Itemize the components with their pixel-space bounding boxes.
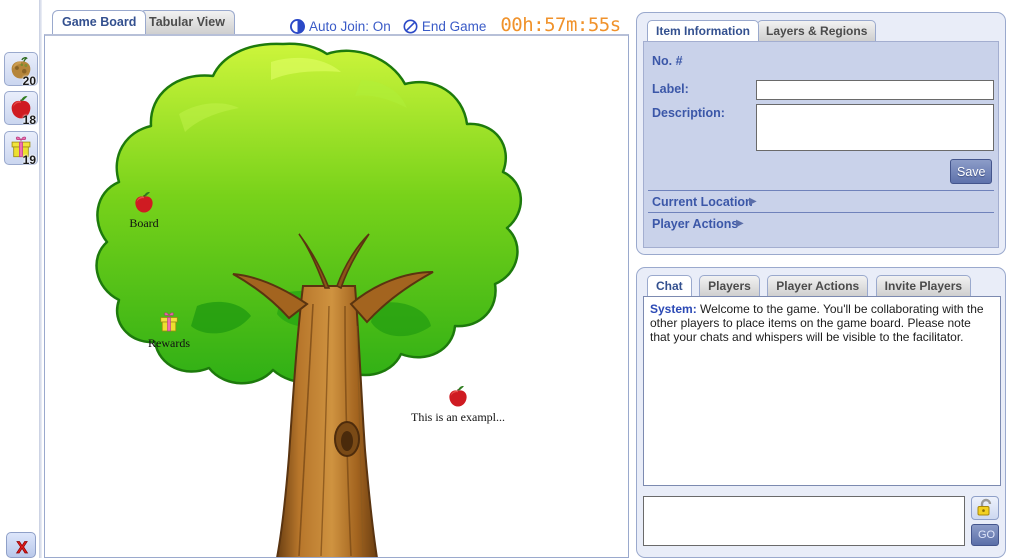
chat-tabs: Chat Players Player Actions Invite Playe… <box>647 275 974 297</box>
game-board-canvas-frame[interactable]: Board Rewards This is an exampl... <box>44 34 629 558</box>
tab-item-information[interactable]: Item Information <box>647 20 760 41</box>
accordion-label: Player Actions <box>652 217 739 231</box>
chevron-right-icon: ▶ <box>736 218 744 229</box>
board-item-label: This is an exampl... <box>411 410 505 424</box>
description-field-label: Description: <box>652 106 725 120</box>
whisper-lock-button[interactable] <box>971 496 999 520</box>
game-board-panel: Game Board Tabular View Board Rewards Th… <box>44 10 629 558</box>
palette-item-count: 19 <box>22 153 36 167</box>
accordion-current-location[interactable]: Current Location ▶ <box>648 190 994 213</box>
item-information-panel: Item Information Layers & Regions No. # … <box>636 12 1006 255</box>
app-root: 20 18 19 X Auto Join: On End Game 00h:57… <box>0 0 1012 558</box>
palette-item-count: 18 <box>22 113 36 127</box>
chevron-right-icon: ▶ <box>749 196 757 207</box>
end-game-label: End Game <box>421 18 487 34</box>
tab-game-board[interactable]: Game Board <box>52 10 147 34</box>
auto-join-toggle[interactable]: Auto Join: On <box>290 18 391 34</box>
palette-item-rotten-apple[interactable]: 20 <box>4 52 38 88</box>
chat-message-sender: System: <box>650 302 697 316</box>
item-number-label: No. # <box>652 54 683 68</box>
toggle-on-icon <box>290 18 305 34</box>
accordion-player-actions[interactable]: Player Actions ▶ <box>648 212 994 235</box>
palette-item-red-apple[interactable]: 18 <box>4 91 38 127</box>
description-input[interactable] <box>756 104 994 151</box>
board-item-label: Rewards <box>148 336 190 350</box>
no-entry-icon <box>403 19 418 33</box>
save-button[interactable]: Save <box>950 159 992 184</box>
svg-text:X: X <box>16 538 28 557</box>
palette-item-count: 20 <box>22 74 36 88</box>
red-apple-icon <box>449 385 467 407</box>
item-info-body: No. # Label: Description: Save Current L… <box>643 41 999 248</box>
send-message-button[interactable]: GO <box>971 524 999 546</box>
auto-join-label: Auto Join: On <box>309 18 391 34</box>
chat-message: System: Welcome to the game. You'll be c… <box>650 302 994 344</box>
chat-panel: Chat Players Player Actions Invite Playe… <box>636 267 1006 558</box>
label-input[interactable] <box>756 80 994 100</box>
end-game-button[interactable]: End Game <box>403 18 487 34</box>
game-timer: 00h:57m:55s <box>500 14 621 36</box>
tab-players[interactable]: Players <box>699 275 760 296</box>
palette-item-gift-box[interactable]: 19 <box>4 131 38 167</box>
tab-invite-players[interactable]: Invite Players <box>875 275 972 296</box>
open-padlock-icon <box>977 498 992 516</box>
gift-box-icon <box>160 312 178 332</box>
apple-tree-illustration <box>95 42 523 557</box>
accordion-label: Current Location <box>652 195 753 209</box>
game-toolbar: Auto Join: On End Game 00h:57m:55s <box>290 14 621 38</box>
tab-layers-regions[interactable]: Layers & Regions <box>757 20 877 41</box>
chat-message-text: Welcome to the game. You'll be collabora… <box>650 302 984 344</box>
rail-divider <box>39 0 42 558</box>
red-apple-icon <box>135 191 153 213</box>
chat-message-log[interactable]: System: Welcome to the game. You'll be c… <box>643 296 1001 486</box>
tab-tabular-view[interactable]: Tabular View <box>139 10 235 34</box>
board-item-label: Board <box>129 216 159 230</box>
close-board-button[interactable]: X <box>6 532 36 558</box>
item-palette-rail: 20 18 19 X <box>0 0 42 558</box>
tab-chat[interactable]: Chat <box>647 275 692 296</box>
label-field-label: Label: <box>652 82 689 96</box>
red-x-icon: X <box>16 538 29 558</box>
chat-input[interactable] <box>643 496 965 546</box>
tab-player-actions[interactable]: Player Actions <box>767 275 869 296</box>
